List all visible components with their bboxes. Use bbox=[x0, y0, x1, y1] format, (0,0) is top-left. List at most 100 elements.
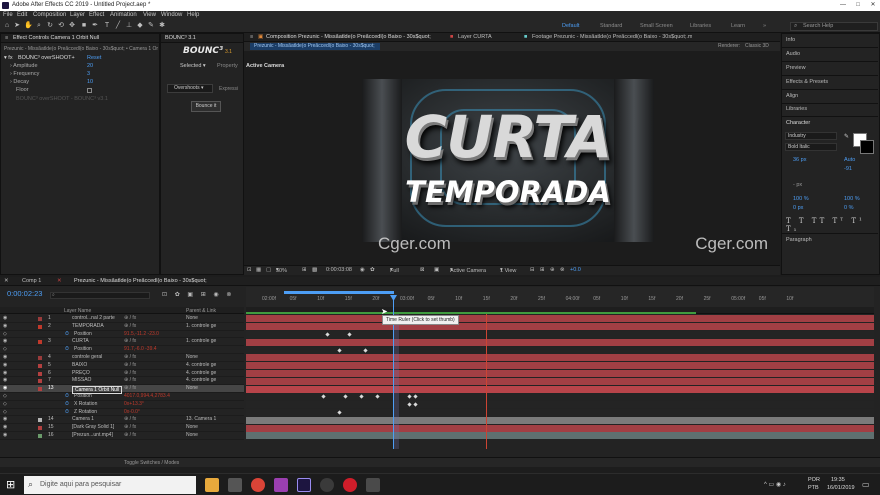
parent-link-header[interactable]: Parent & Link bbox=[186, 308, 216, 314]
timeline-link-icon[interactable]: ⊞ bbox=[540, 267, 545, 273]
region-icon[interactable]: ⊞ bbox=[302, 267, 307, 273]
parent-link-dropdown[interactable]: 13. Camera 1 bbox=[186, 416, 216, 424]
layer-duration-bar[interactable] bbox=[246, 416, 874, 424]
lock-icon[interactable]: ▣ bbox=[258, 34, 263, 40]
property-row[interactable]: ◇ ⏱ Z Rotation 0x-0.0° bbox=[0, 409, 244, 417]
timeline-current-time[interactable]: 0:00:02:23 bbox=[7, 289, 42, 298]
workspace-libraries[interactable]: Libraries bbox=[690, 23, 711, 29]
selection-tool-icon[interactable]: ➤ bbox=[13, 22, 21, 30]
layer-name[interactable]: Camera 1 bbox=[72, 416, 94, 424]
property-value[interactable]: 91.7,-6.0 -39.4 bbox=[124, 346, 157, 354]
keyframe-nav-icon[interactable]: ◇ bbox=[3, 331, 7, 339]
clone-stamp-icon[interactable]: ⊥ bbox=[125, 22, 133, 30]
layer-row[interactable]: ◉ 14 Camera 1 ⊕ / fx 13. Camera 1 bbox=[0, 416, 244, 425]
menu-effect[interactable]: Effect bbox=[89, 12, 104, 18]
property-value[interactable]: 0x-0.0° bbox=[124, 409, 140, 417]
view-layout-dropdown[interactable]: 1 View ▾ bbox=[500, 267, 516, 274]
camera-snapshot-icon[interactable]: ◉ bbox=[360, 267, 365, 273]
visibility-eye-icon[interactable]: ◉ bbox=[3, 315, 7, 323]
pixel-aspect-icon[interactable]: ⊟ bbox=[530, 267, 535, 273]
layer-name[interactable]: PREÇO bbox=[72, 370, 90, 378]
panel-info[interactable]: Info bbox=[786, 37, 795, 43]
label-color-swatch[interactable] bbox=[38, 418, 42, 423]
property-row[interactable]: ◇ ⏱ X Rotation 0x+13.3° bbox=[0, 401, 244, 409]
parent-link-dropdown[interactable]: None bbox=[186, 354, 198, 362]
app-icon[interactable] bbox=[320, 478, 334, 492]
visibility-eye-icon[interactable]: ◉ bbox=[3, 385, 7, 393]
composition-tab[interactable]: Composition Prezunic - Missãatlde(o Preã… bbox=[266, 34, 446, 40]
exposure-value[interactable]: +0.0 bbox=[570, 267, 581, 273]
parent-link-dropdown[interactable]: 4. controle ge bbox=[186, 377, 216, 385]
keyframe-marker[interactable] bbox=[407, 394, 412, 400]
zoom-tool-icon[interactable]: ⌕ bbox=[35, 22, 43, 30]
layer-name[interactable]: Position bbox=[74, 331, 92, 339]
visibility-eye-icon[interactable]: ◉ bbox=[3, 416, 7, 424]
floor-checkbox[interactable] bbox=[87, 88, 92, 93]
layer-tab[interactable]: Layer CURTA bbox=[458, 34, 492, 40]
label-color-swatch[interactable] bbox=[38, 317, 42, 321]
chrome-icon[interactable] bbox=[251, 478, 265, 492]
param-amplitude-value[interactable]: 20 bbox=[87, 63, 93, 69]
layer-switches[interactable]: ⊕ / fx bbox=[124, 338, 136, 346]
rectangle-tool-icon[interactable]: ■ bbox=[80, 22, 88, 30]
horizontal-scale-value[interactable]: 100 % bbox=[844, 196, 860, 202]
minimize-button[interactable]: — bbox=[838, 0, 848, 11]
layer-name[interactable]: controle geral bbox=[72, 354, 102, 362]
layer-duration-bar[interactable] bbox=[246, 338, 874, 346]
workspace-standard[interactable]: Standard bbox=[600, 23, 622, 29]
property-value[interactable]: 0x+13.3° bbox=[124, 401, 144, 409]
layer-row[interactable]: ◉ 13 Camera 1 Orbit Null ⊕ / fx None bbox=[0, 385, 244, 394]
parent-link-dropdown[interactable]: None bbox=[186, 385, 198, 393]
parent-link-dropdown[interactable]: None bbox=[186, 424, 198, 432]
label-color-swatch[interactable] bbox=[38, 379, 42, 384]
property-row[interactable]: ◇ ⏱ Position 91.7,-6.0 -39.4 bbox=[0, 346, 244, 354]
layer-row[interactable]: ◉ 6 PREÇO ⊕ / fx 4. controle ge bbox=[0, 370, 244, 378]
keyframe-marker[interactable] bbox=[347, 332, 352, 337]
property-value[interactable]: 91.5,-11.2 -23.0 bbox=[124, 331, 159, 339]
keyframe-marker[interactable] bbox=[325, 332, 330, 337]
roto-brush-icon[interactable]: ✎ bbox=[147, 22, 155, 30]
label-color-swatch[interactable] bbox=[38, 371, 42, 376]
workspace-small-screen[interactable]: Small Screen bbox=[640, 23, 673, 29]
font-style-dropdown[interactable]: Bold Italic bbox=[785, 143, 837, 151]
panel-libraries[interactable]: Libraries bbox=[786, 106, 807, 112]
visibility-eye-icon[interactable]: ◉ bbox=[3, 338, 7, 346]
timeline-tab-prezunic[interactable]: Prezunic - Missãatlde(o Preãccedl(o Baix… bbox=[74, 278, 224, 284]
panel-align[interactable]: Align bbox=[786, 93, 798, 99]
timeline-tab-comp1[interactable]: Comp 1 bbox=[22, 278, 41, 284]
leading-value[interactable]: Auto bbox=[844, 157, 855, 163]
baseline-shift-value[interactable]: 0 px bbox=[793, 205, 803, 211]
keyframe-marker[interactable] bbox=[413, 394, 418, 400]
bounce-it-button[interactable]: Bounce it bbox=[191, 101, 221, 112]
hand-tool-icon[interactable]: ✋ bbox=[24, 22, 33, 30]
grid-icon[interactable]: ▦ bbox=[256, 267, 261, 273]
stopwatch-icon[interactable]: ⏱ bbox=[65, 401, 69, 409]
keyframe-nav-icon[interactable]: ◇ bbox=[3, 346, 7, 354]
keyframe-marker[interactable] bbox=[337, 410, 342, 415]
label-color-swatch[interactable] bbox=[38, 363, 42, 368]
keyframe-nav-icon[interactable]: ◇ bbox=[3, 409, 7, 417]
stopwatch-icon[interactable]: ⏱ bbox=[65, 393, 69, 401]
menu-icon[interactable]: ≡ bbox=[5, 35, 8, 41]
stopwatch-icon[interactable]: ⏱ bbox=[65, 331, 69, 339]
keyframe-marker[interactable] bbox=[363, 347, 368, 353]
keyframe-marker[interactable] bbox=[413, 402, 418, 407]
panel-preview[interactable]: Preview bbox=[786, 65, 806, 71]
property-row[interactable]: ◇ ⏱ Position 91.5,-11.2 -23.0 bbox=[0, 331, 244, 339]
workspace-more-icon[interactable]: » bbox=[763, 23, 766, 29]
label-color-swatch[interactable] bbox=[38, 387, 42, 392]
resolution-dropdown[interactable]: Full ▾ bbox=[390, 267, 399, 274]
layer-name[interactable]: Z Rotation bbox=[74, 409, 97, 417]
visibility-eye-icon[interactable]: ◉ bbox=[3, 354, 7, 362]
layer-name[interactable]: TEMPORADA bbox=[72, 323, 104, 331]
parent-link-dropdown[interactable]: 1. controle ge bbox=[186, 338, 216, 346]
effect-controls-tab[interactable]: Effect Controls Camera 1 Orbit Null bbox=[13, 35, 99, 41]
toggle-switches-modes[interactable]: Toggle Switches / Modes bbox=[124, 460, 179, 466]
workspace-default[interactable]: Default bbox=[562, 23, 579, 29]
layer-switches[interactable]: ⊕ / fx bbox=[124, 432, 136, 440]
keyframe-marker[interactable] bbox=[359, 394, 364, 400]
layer-duration-bar[interactable] bbox=[246, 424, 874, 432]
rotate-tool-icon[interactable]: ↻ bbox=[46, 22, 54, 30]
layer-duration-bar[interactable] bbox=[246, 315, 874, 323]
layer-switches[interactable]: ⊕ / fx bbox=[124, 385, 136, 393]
